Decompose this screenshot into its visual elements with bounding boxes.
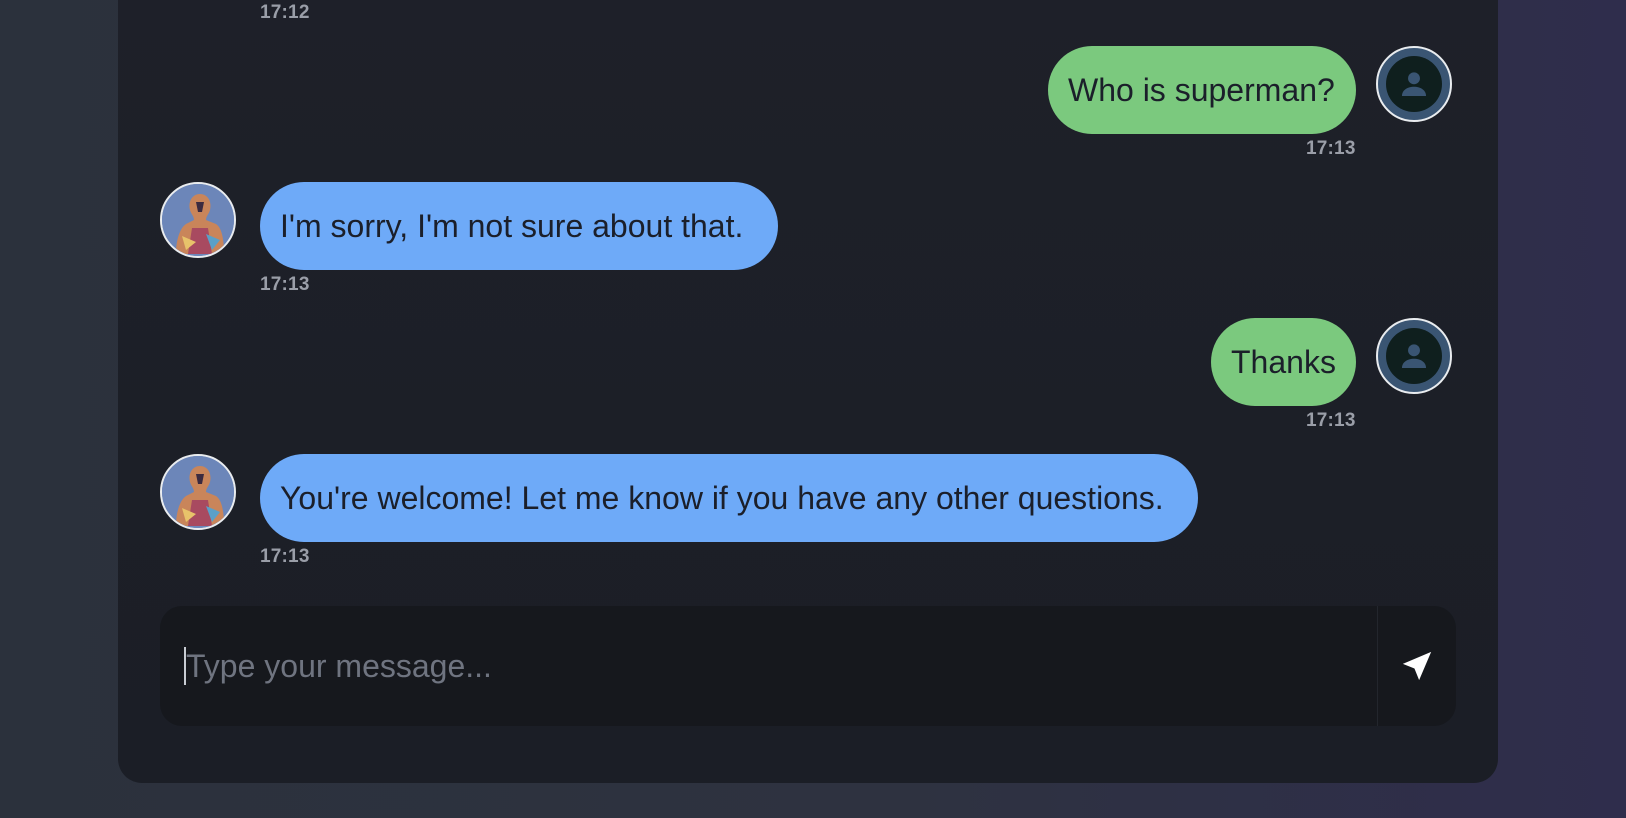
message-timestamp: 17:13 [1306, 138, 1356, 159]
message-timestamp: 17:12 [260, 2, 310, 23]
user-message-bubble: Who is superman? [1048, 46, 1356, 134]
user-avatar-icon [1376, 46, 1452, 122]
message-timestamp: 17:13 [260, 274, 310, 295]
bot-message-bubble: I'm sorry, I'm not sure about that. [260, 182, 778, 270]
message-timestamp: 17:13 [260, 546, 310, 567]
user-avatar-icon [1376, 318, 1452, 394]
bot-message-bubble: You're welcome! Let me know if you have … [260, 454, 1198, 542]
message-input[interactable] [160, 606, 1377, 726]
user-message-bubble: Thanks [1211, 318, 1356, 406]
message-composer [160, 606, 1456, 726]
text-caret [184, 647, 186, 685]
message-timestamp: 17:13 [1306, 410, 1356, 431]
bot-avatar-image [160, 182, 236, 258]
send-icon [1402, 651, 1432, 681]
bot-avatar-image [160, 454, 236, 530]
send-button[interactable] [1377, 606, 1456, 726]
